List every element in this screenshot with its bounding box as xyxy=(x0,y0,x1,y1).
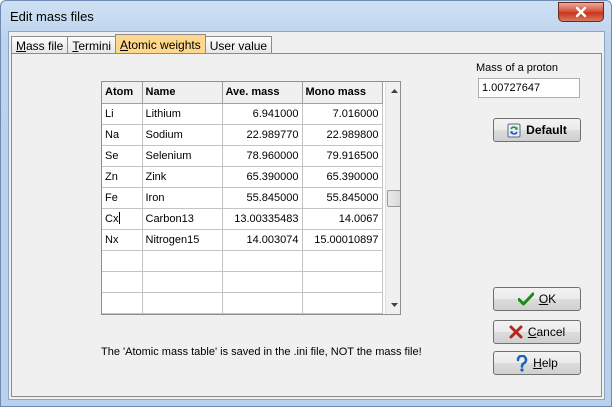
col-header-name[interactable]: Name xyxy=(142,82,223,104)
tab-strip: Mass file Termini Atomic weights User va… xyxy=(11,34,273,55)
proton-mass-label: Mass of a proton xyxy=(476,62,558,74)
cell-mono-mass[interactable]: 7.016000 xyxy=(302,103,383,125)
cell-atom[interactable] xyxy=(102,271,143,293)
cancel-rest: ancel xyxy=(536,325,566,339)
cell-mono-mass[interactable]: 14.0067 xyxy=(302,208,383,230)
cell-ave-mass[interactable]: 6.941000 xyxy=(222,103,303,125)
cell-name[interactable] xyxy=(142,250,223,272)
cell-atom[interactable] xyxy=(102,250,143,272)
cell-name[interactable]: Carbon13 xyxy=(142,208,223,230)
tab-atomic-weights-accel: A xyxy=(120,38,129,52)
col-header-ave-mass[interactable]: Ave. mass xyxy=(222,82,303,104)
cell-atom[interactable]: Na xyxy=(102,124,143,146)
cell-ave-mass[interactable]: 78.960000 xyxy=(222,145,303,167)
col-header-atom[interactable]: Atom xyxy=(102,82,143,104)
title-bar[interactable]: Edit mass files xyxy=(1,1,611,31)
cell-mono-mass[interactable]: 22.989800 xyxy=(302,124,383,146)
cell-atom-editing[interactable]: Cx xyxy=(102,208,143,230)
cancel-button-label: Cancel xyxy=(528,325,565,339)
cell-ave-mass[interactable]: 14.003074 xyxy=(222,229,303,251)
tab-mass-file-accel: M xyxy=(16,39,26,53)
help-accel: H xyxy=(533,356,542,370)
cell-name[interactable]: Iron xyxy=(142,187,223,209)
cell-atom[interactable] xyxy=(102,292,143,314)
grid-vertical-scrollbar[interactable] xyxy=(385,82,400,314)
help-button[interactable]: Help xyxy=(493,351,581,375)
table-row xyxy=(102,271,383,293)
scroll-up-button[interactable] xyxy=(386,82,400,99)
scroll-thumb[interactable] xyxy=(387,190,400,207)
tab-atomic-weights-label: tomic weights xyxy=(128,38,201,52)
cell-atom-text: Cx xyxy=(105,213,119,225)
table-row: Zn Zink 65.390000 65.390000 xyxy=(102,166,383,188)
text-caret xyxy=(119,212,121,224)
cell-mono-mass[interactable]: 15.00010897 xyxy=(302,229,383,251)
ok-button-label: OK xyxy=(539,292,556,306)
info-note: The 'Atomic mass table' is saved in the … xyxy=(101,346,422,358)
cell-atom[interactable]: Nx xyxy=(102,229,143,251)
x-icon xyxy=(509,325,523,339)
tab-atomic-weights[interactable]: Atomic weights xyxy=(115,34,206,55)
help-button-label: Help xyxy=(533,356,558,370)
ok-rest: K xyxy=(548,292,557,306)
ok-accel: O xyxy=(538,292,549,306)
dialog-window: Edit mass files Mass file Termini Atomic… xyxy=(0,0,612,407)
cell-atom[interactable]: Li xyxy=(102,103,143,125)
table-row: Se Selenium 78.960000 79.916500 xyxy=(102,145,383,167)
checkmark-icon xyxy=(517,292,534,306)
default-button-label: Default xyxy=(526,123,567,137)
close-icon xyxy=(575,6,587,18)
cell-mono-mass[interactable] xyxy=(302,292,383,314)
tab-termini-label: ermini xyxy=(78,39,112,53)
tab-user-value-label: User value xyxy=(209,39,268,53)
cell-name[interactable]: Lithium xyxy=(142,103,223,125)
table-row: Fe Iron 55.845000 55.845000 xyxy=(102,187,383,209)
triangle-down-icon xyxy=(390,302,398,307)
cell-name[interactable]: Selenium xyxy=(142,145,223,167)
cell-mono-mass[interactable]: 79.916500 xyxy=(302,145,383,167)
table-row: Nx Nitrogen15 14.003074 15.00010897 xyxy=(102,229,383,251)
cell-name[interactable] xyxy=(142,292,223,314)
cell-ave-mass[interactable] xyxy=(222,292,303,314)
grid-table: Atom Name Ave. mass Mono mass Li Lithium… xyxy=(102,82,383,314)
cell-name[interactable]: Zink xyxy=(142,166,223,188)
table-row xyxy=(102,250,383,272)
cell-ave-mass[interactable]: 55.845000 xyxy=(222,187,303,209)
table-row: Cx Carbon13 13.00335483 14.0067 xyxy=(102,208,383,230)
default-button[interactable]: Default xyxy=(493,118,581,142)
tab-mass-file-label: ass file xyxy=(26,39,64,53)
col-header-mono-mass[interactable]: Mono mass xyxy=(302,82,383,104)
table-row: Na Sodium 22.989770 22.989800 xyxy=(102,124,383,146)
cell-name[interactable]: Sodium xyxy=(142,124,223,146)
cell-atom[interactable]: Zn xyxy=(102,166,143,188)
refresh-icon xyxy=(507,123,521,137)
window-title: Edit mass files xyxy=(10,9,94,24)
cell-atom[interactable]: Se xyxy=(102,145,143,167)
ok-button[interactable]: OK xyxy=(493,287,581,311)
scroll-down-button[interactable] xyxy=(386,296,400,313)
cell-atom[interactable]: Fe xyxy=(102,187,143,209)
cell-name[interactable] xyxy=(142,271,223,293)
atomic-weights-grid[interactable]: Atom Name Ave. mass Mono mass Li Lithium… xyxy=(101,81,401,315)
question-mark-icon xyxy=(516,354,528,372)
cell-ave-mass[interactable] xyxy=(222,271,303,293)
cell-name[interactable]: Nitrogen15 xyxy=(142,229,223,251)
cell-mono-mass[interactable] xyxy=(302,250,383,272)
cell-ave-mass[interactable]: 13.00335483 xyxy=(222,208,303,230)
table-row: Li Lithium 6.941000 7.016000 xyxy=(102,103,383,125)
cell-mono-mass[interactable] xyxy=(302,271,383,293)
cell-ave-mass[interactable]: 65.390000 xyxy=(222,166,303,188)
table-row xyxy=(102,292,383,314)
triangle-up-icon xyxy=(390,88,398,93)
cancel-button[interactable]: Cancel xyxy=(493,320,581,344)
close-button[interactable] xyxy=(558,2,604,22)
cell-ave-mass[interactable]: 22.989770 xyxy=(222,124,303,146)
cell-ave-mass[interactable] xyxy=(222,250,303,272)
proton-mass-input[interactable] xyxy=(478,78,580,98)
cell-mono-mass[interactable]: 65.390000 xyxy=(302,166,383,188)
cell-mono-mass[interactable]: 55.845000 xyxy=(302,187,383,209)
grid-header-row: Atom Name Ave. mass Mono mass xyxy=(102,82,383,104)
help-rest: elp xyxy=(541,356,558,370)
